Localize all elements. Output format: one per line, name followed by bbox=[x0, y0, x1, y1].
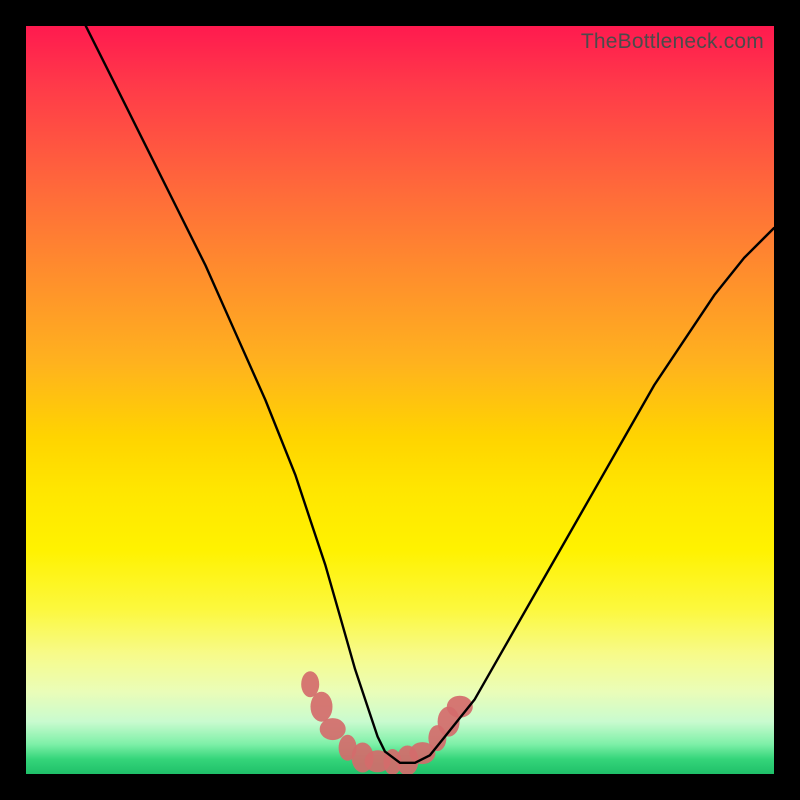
marker-blob bbox=[301, 671, 319, 697]
chart-plot-area: TheBottleneck.com bbox=[26, 26, 774, 774]
marker-blob bbox=[311, 692, 333, 722]
bottleneck-curve bbox=[86, 26, 774, 763]
marker-layer bbox=[301, 671, 473, 774]
marker-blob bbox=[320, 718, 346, 740]
chart-svg bbox=[26, 26, 774, 774]
